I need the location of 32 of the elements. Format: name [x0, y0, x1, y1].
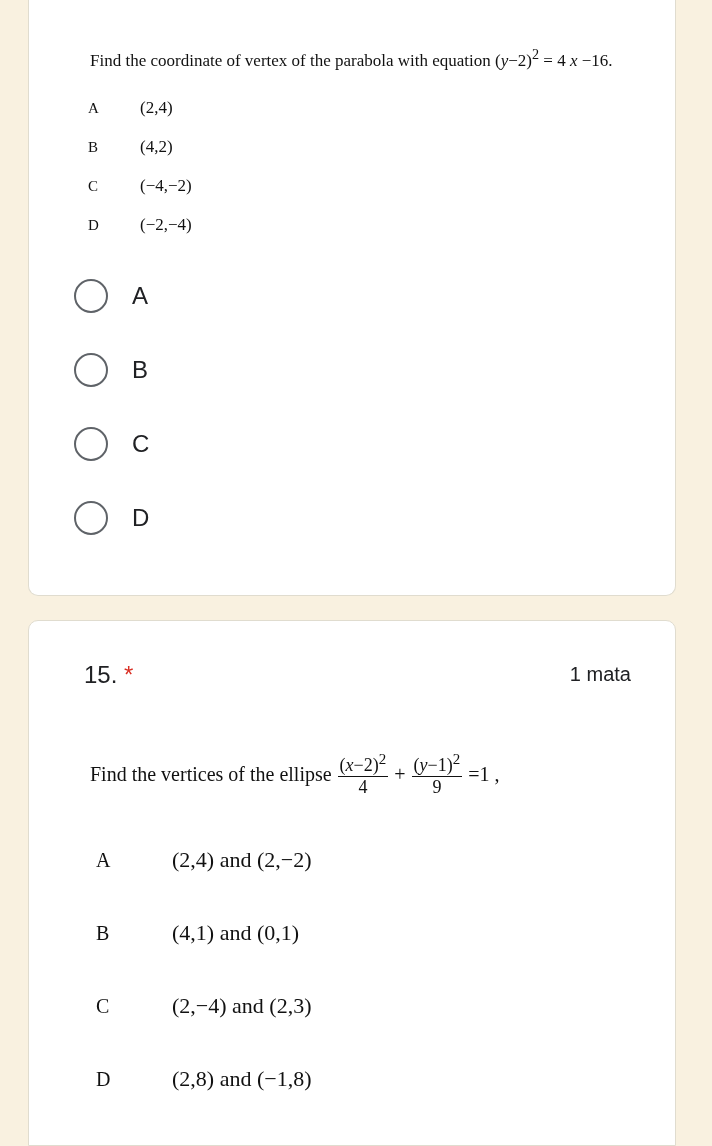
question-text: Find the coordinate of vertex of the parabola with equation (y−2)$^{2}$ = 4 x −16.	[90, 46, 613, 71]
fraction: (x−2)$^{2}$ 4	[337, 750, 389, 798]
option-answer: (4,1) and (0,1)	[172, 920, 300, 947]
points-label: 1 mata	[569, 663, 631, 687]
question-text: =1 ,	[468, 762, 500, 786]
option-letter: D	[88, 216, 100, 234]
radio-option[interactable]: D	[74, 480, 651, 555]
option-letter: C	[96, 994, 111, 1018]
option-letter: D	[96, 1067, 112, 1091]
question-number: 15. *	[84, 660, 134, 689]
question-text: Find the vertices of the ellipse	[90, 762, 332, 786]
option-letter: B	[88, 138, 99, 156]
option-answer: (−4,−2)	[140, 176, 192, 197]
option-answer: (−2,−4)	[140, 215, 192, 236]
radio-button[interactable]	[74, 352, 108, 387]
radio-option[interactable]: C	[74, 406, 651, 481]
radio-button[interactable]	[74, 426, 108, 461]
option-answer: (2,8) and (−1,8)	[172, 1066, 312, 1093]
option-answer: (4,2)	[140, 137, 173, 158]
option-answer: (2,−4) and (2,3)	[172, 993, 312, 1020]
radio-button[interactable]	[74, 278, 108, 313]
radio-option[interactable]: A	[74, 258, 651, 333]
option-letter: A	[88, 99, 100, 117]
fraction: (y−1)$^{2}$ 9	[411, 750, 463, 798]
radio-button[interactable]	[74, 500, 108, 535]
option-letter: A	[96, 848, 112, 872]
option-answer: (2,4)	[140, 98, 173, 119]
radio-option[interactable]: B	[74, 332, 651, 407]
option-letter: B	[96, 921, 111, 945]
option-letter: C	[88, 177, 99, 195]
option-answer: (2,4) and (2,−2)	[172, 847, 312, 874]
question-text: +	[394, 762, 406, 786]
